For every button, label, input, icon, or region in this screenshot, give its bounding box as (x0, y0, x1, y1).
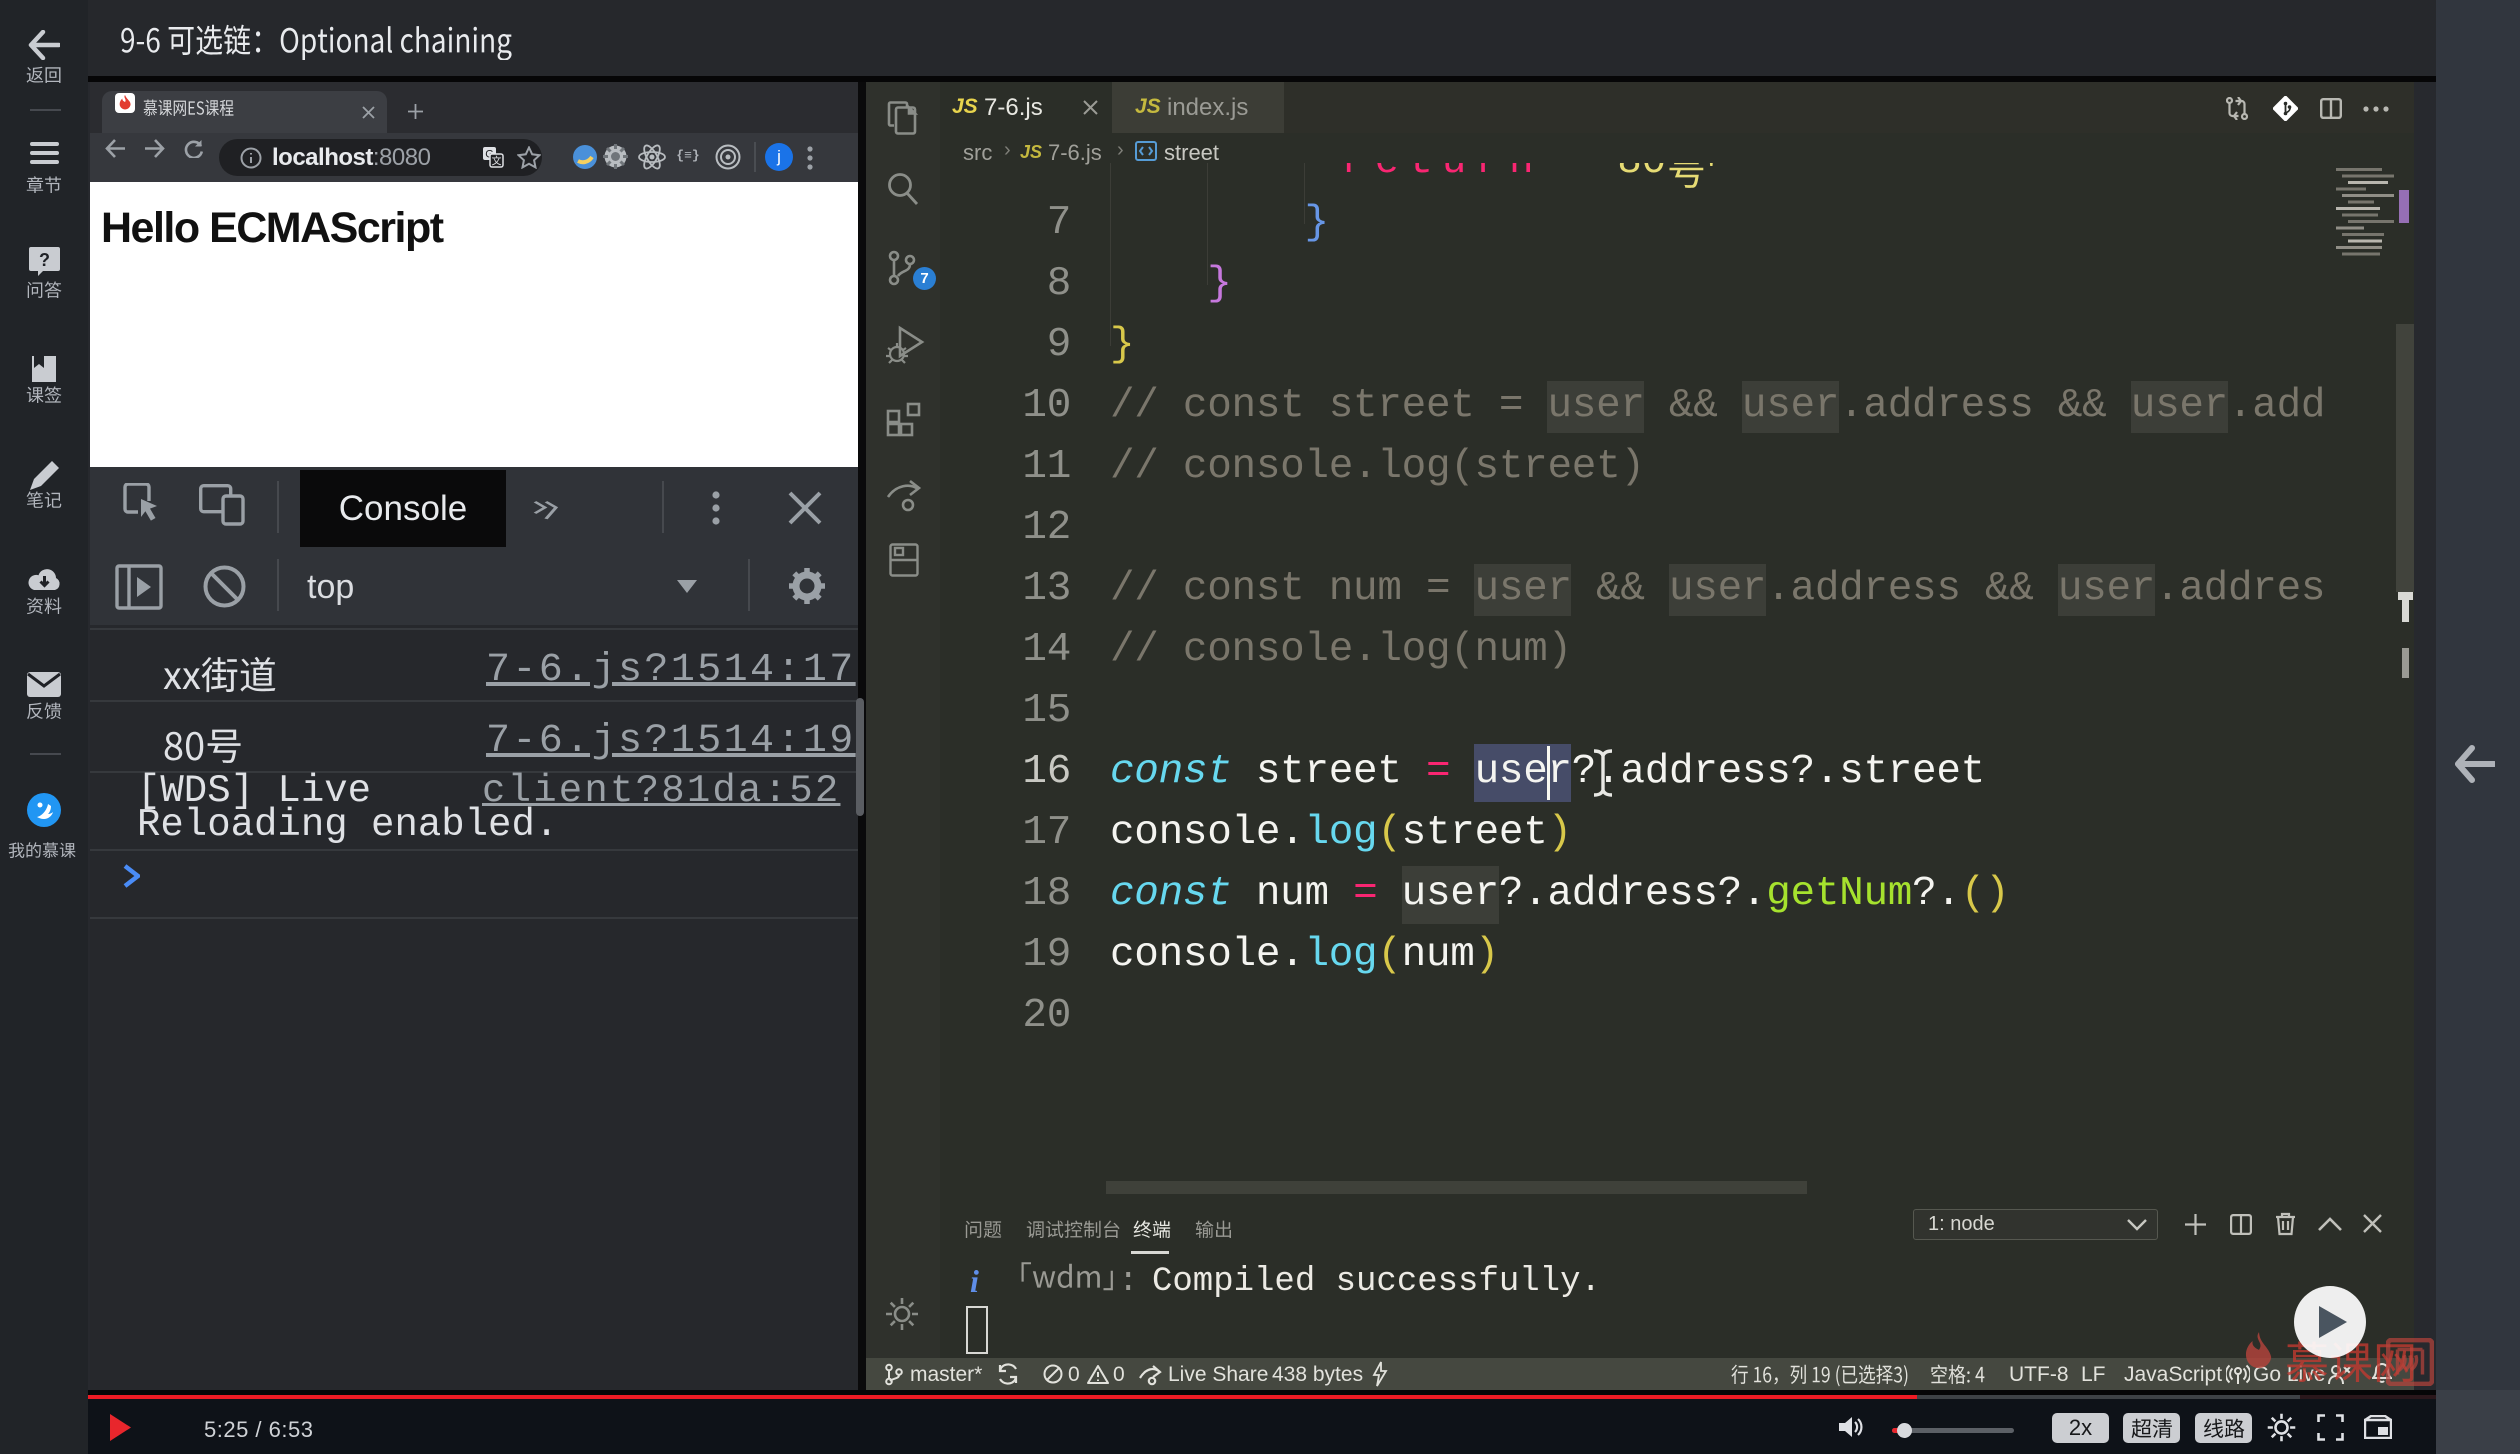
svg-text:?: ? (39, 250, 50, 270)
svg-text:文: 文 (492, 155, 502, 168)
